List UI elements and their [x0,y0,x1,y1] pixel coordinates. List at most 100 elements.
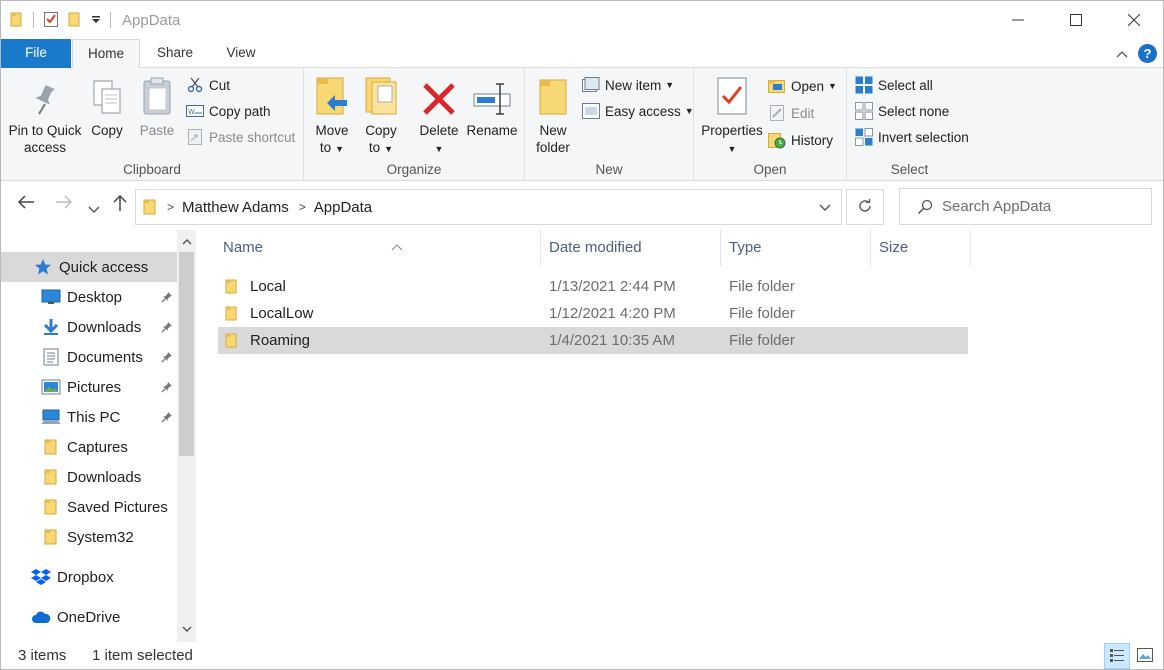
paste-button[interactable]: Paste [135,74,179,139]
help-icon[interactable]: ? [1138,44,1157,63]
dropdown-caret-icon: ▼ [684,106,694,116]
properties-icon [700,74,764,116]
customize-toolbar-chevron-icon[interactable] [91,13,101,28]
recent-locations-chevron-icon[interactable] [88,198,100,219]
sidebar-item-saved-pictures[interactable]: Saved Pictures [1,492,177,522]
sidebar-item-desktop[interactable]: Desktop [1,282,177,312]
copy-button[interactable]: Copy [85,74,129,139]
history-button[interactable]: History [768,129,833,151]
sidebar-item-label: This PC [67,408,121,426]
new-folder-icon [532,74,574,116]
new-folder-button[interactable]: New folder [532,74,574,156]
properties-icon[interactable] [43,10,59,31]
sidebar-item-documents[interactable]: Documents [1,342,177,372]
table-row[interactable]: Roaming 1/4/2021 10:35 AM File folder [218,327,968,354]
select-none-button[interactable]: Select none [855,100,949,122]
address-history-chevron-icon[interactable] [819,200,831,215]
pin-to-quick-access-button[interactable]: Pin to Quick access [7,74,83,156]
scroll-down-arrow-icon[interactable] [177,620,196,640]
copy-path-button[interactable]: W Copy path [186,100,271,122]
breadcrumb-matthew-adams[interactable]: Matthew Adams [182,199,289,216]
breadcrumb-separator-icon[interactable]: > [167,200,174,214]
new-item-button[interactable]: New item ▼ [582,74,674,96]
history-icon [768,131,786,149]
new-folder-icon[interactable] [68,11,82,30]
pin-icon [161,410,173,427]
forward-arrow-icon[interactable] [55,194,73,215]
sidebar-item-captures[interactable]: Captures [1,432,177,462]
sidebar-item-pictures[interactable]: Pictures [1,372,177,402]
delete-button[interactable]: Delete ▼ [417,74,461,158]
table-row[interactable]: Local 1/13/2021 2:44 PM File folder [218,273,968,300]
quick-access-toolbar: AppData [10,1,189,39]
invert-selection-button[interactable]: Invert selection [855,126,969,148]
copy-to-button[interactable]: Copy to ▼ [360,74,402,158]
breadcrumb-appdata[interactable]: AppData [314,199,372,216]
address-bar[interactable]: > Matthew Adams > AppData [135,189,842,225]
sidebar-item-dropbox[interactable]: Dropbox [1,562,177,592]
file-type: File folder [729,278,795,295]
column-header-date-modified[interactable]: Date modified [541,230,721,266]
folder-icon [225,279,238,297]
sidebar-item-label: Dropbox [57,568,114,586]
pin-icon [161,290,173,307]
sidebar-scrollbar[interactable] [177,230,196,642]
edit-button[interactable]: Edit [768,102,814,124]
file-name: Local [250,278,286,295]
column-header-name[interactable]: Name [215,230,541,266]
dropbox-icon [31,567,51,587]
desktop-icon [41,287,61,307]
file-type: File folder [729,332,795,349]
breadcrumb-separator-icon[interactable]: > [299,200,306,214]
minimize-button[interactable] [989,1,1047,39]
scrollbar-thumb[interactable] [179,252,194,456]
scroll-up-arrow-icon[interactable] [177,232,196,252]
table-row[interactable]: LocalLow 1/12/2021 4:20 PM File folder [218,300,968,327]
close-button[interactable] [1105,1,1163,39]
sidebar-item-label: Downloads [67,318,142,336]
sidebar-item-downloads[interactable]: Downloads [1,312,177,342]
column-header-type[interactable]: Type [721,230,871,266]
sidebar-item-system32[interactable]: System32 [1,522,177,552]
select-all-button[interactable]: Select all [855,74,933,96]
folder-icon [41,497,61,517]
large-icons-view-icon [1137,647,1153,665]
sidebar-item-this-pc[interactable]: This PC [1,402,177,432]
open-button[interactable]: Open ▼ [768,75,837,97]
maximize-button[interactable] [1047,1,1105,39]
sidebar-item-label: Saved Pictures [67,498,168,516]
paste-label: Paste [139,123,175,138]
large-icons-view-button[interactable] [1132,643,1158,669]
column-header-size[interactable]: Size [871,230,971,266]
sidebar-item-onedrive[interactable]: OneDrive [1,602,177,632]
this-pc-icon [41,407,61,427]
group-open: Properties ▼ Open ▼ Edit History Open [694,68,847,181]
select-none-icon [855,102,873,120]
pin-icon [161,350,173,367]
search-box[interactable]: Search AppData [899,188,1152,225]
paste-shortcut-label: Paste shortcut [209,129,296,145]
rename-button[interactable]: Rename [466,74,518,139]
back-arrow-icon[interactable] [17,194,35,215]
pin-icon [7,74,83,116]
refresh-button[interactable] [846,189,884,225]
move-to-button[interactable]: Move to ▼ [311,74,353,158]
cut-button[interactable]: Cut [186,74,230,96]
tab-file[interactable]: File [1,39,71,68]
file-type: File folder [729,305,795,322]
navigation-pane: Quick access Desktop Downloads Documents Pi… [1,230,197,642]
easy-access-button[interactable]: Easy access ▼ [582,100,694,122]
easy-access-icon [582,102,600,120]
sidebar-item-quick-access[interactable]: Quick access [1,252,177,282]
tab-view[interactable]: View [209,39,273,68]
dropdown-caret-icon: ▼ [828,81,837,91]
up-arrow-icon[interactable] [112,194,128,217]
properties-button[interactable]: Properties ▼ [700,74,764,158]
search-input[interactable]: Search AppData [942,198,1051,215]
sidebar-item-downloads[interactable]: Downloads [1,462,177,492]
tab-home[interactable]: Home [72,39,140,69]
tab-share[interactable]: Share [141,39,209,68]
details-view-button[interactable] [1104,643,1130,669]
paste-shortcut-button[interactable]: Paste shortcut [186,126,295,148]
collapse-ribbon-chevron-icon[interactable] [1116,46,1128,61]
